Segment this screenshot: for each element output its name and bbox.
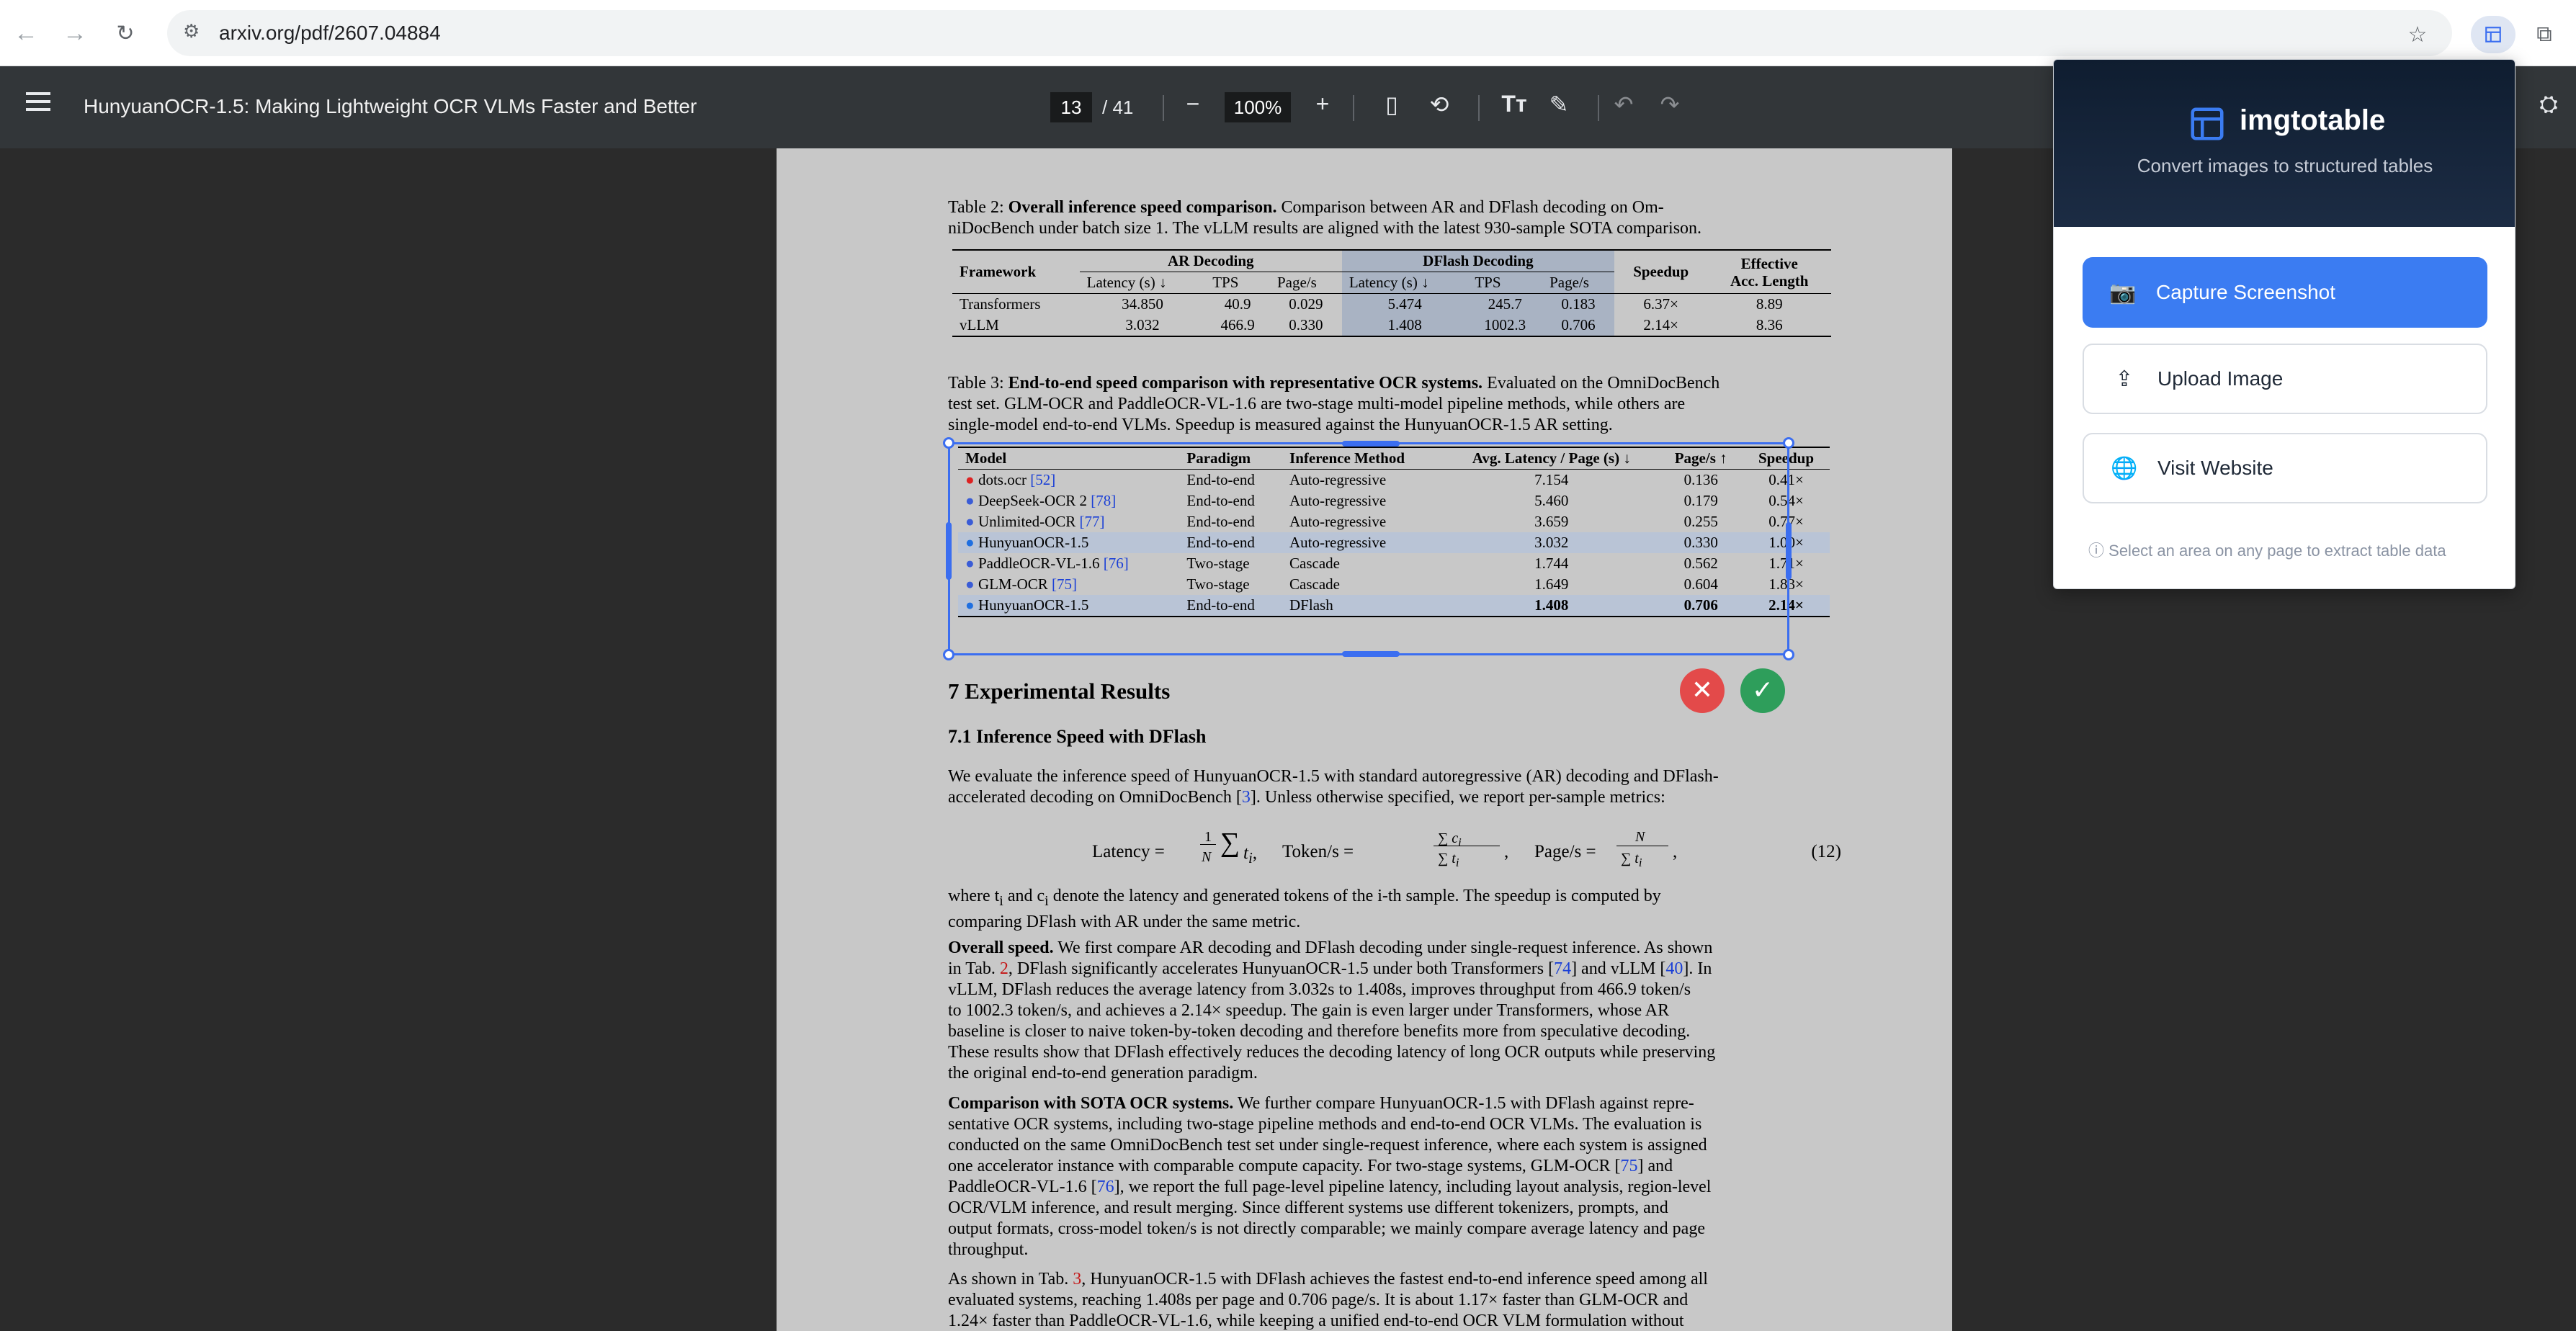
table-row: ● DeepSeek-OCR 2 [78] End-to-end Auto-regr… bbox=[965, 492, 1804, 509]
back-arrow-icon[interactable]: ← bbox=[9, 16, 43, 50]
table-row: ● HunyuanOCR-1.5 End-to-end Auto-regressiv… bbox=[958, 532, 1830, 553]
redo-icon[interactable]: ↷ bbox=[1654, 91, 1686, 118]
table2-caption: Table 2: Overall inference speed compari… bbox=[948, 198, 1702, 238]
bookmark-star-icon[interactable]: ☆ bbox=[2399, 16, 2436, 53]
cancel-selection-button[interactable]: ✕ bbox=[1680, 668, 1725, 713]
visit-website-button[interactable]: 🌐 Visit Website bbox=[2083, 433, 2487, 503]
zoom-in-icon[interactable]: + bbox=[1307, 91, 1338, 117]
paragraph: where ti and ci denote the latency and g… bbox=[948, 887, 1661, 931]
table-row: vLLM 3.032 466.9 0.330 1.408 1002.3 0.70… bbox=[952, 315, 1831, 336]
table-row: Transformers 34.850 40.9 0.029 5.474 245… bbox=[952, 293, 1831, 315]
fit-page-icon[interactable]: ▯ bbox=[1376, 91, 1408, 118]
section-heading: 7 Experimental Results bbox=[948, 678, 1171, 704]
zoom-out-icon[interactable]: − bbox=[1177, 91, 1209, 117]
forward-arrow-icon[interactable]: → bbox=[58, 16, 92, 50]
table2: Framework AR Decoding DFlash Decoding Sp… bbox=[952, 249, 1831, 337]
paragraph: Comparison with SOTA OCR systems. We fur… bbox=[948, 1094, 1712, 1259]
subsection-heading: 7.1 Inference Speed with DFlash bbox=[948, 726, 1207, 747]
text-annotation-icon[interactable]: Tт bbox=[1498, 91, 1530, 117]
globe-icon: 🌐 bbox=[2111, 456, 2138, 480]
paragraph: Overall speed. We first compare AR decod… bbox=[948, 938, 1716, 1083]
imgtotable-popup: imgtotable Convert images to structured … bbox=[2053, 59, 2515, 589]
ai-assist-icon[interactable]: ⛭ bbox=[2533, 91, 2564, 118]
table-row: ● HunyuanOCR-1.5 End-to-end DFlash 1.408 0.7… bbox=[958, 595, 1830, 617]
capture-screenshot-button[interactable]: 📷 Capture Screenshot bbox=[2083, 257, 2487, 328]
menu-icon[interactable] bbox=[26, 92, 50, 117]
draw-icon[interactable]: ✎ bbox=[1543, 91, 1575, 118]
site-info-icon[interactable]: ⚙ bbox=[183, 20, 200, 42]
pdf-page: Table 2: Overall inference speed compari… bbox=[777, 148, 1952, 1331]
confirm-selection-button[interactable]: ✓ bbox=[1740, 668, 1785, 713]
undo-icon[interactable]: ↶ bbox=[1608, 91, 1640, 118]
extensions-puzzle-icon[interactable]: ⧉ bbox=[2526, 16, 2563, 53]
popup-subtitle: Convert images to structured tables bbox=[2137, 155, 2433, 176]
url-text: arxiv.org/pdf/2607.04884 bbox=[219, 22, 441, 44]
table-row: ● dots.ocr [52] End-to-end Auto-regressive… bbox=[965, 471, 1804, 488]
paragraph: As shown in Tab. 3, HunyuanOCR-1.5 with … bbox=[948, 1270, 1708, 1330]
table-row: ● GLM-OCR [75] Two-stage Cascade 1.649 0.604… bbox=[965, 575, 1804, 593]
zoom-input[interactable]: 100% bbox=[1225, 92, 1291, 122]
table3-caption: Table 3: End-to-end speed comparison wit… bbox=[948, 374, 1720, 434]
popup-hint: ⓘ Select an area on any page to extract … bbox=[2088, 542, 2446, 560]
table-logo-icon bbox=[2191, 107, 2224, 140]
document-title: HunyuanOCR-1.5: Making Lightweight OCR V… bbox=[84, 95, 697, 117]
reload-icon[interactable]: ↻ bbox=[108, 16, 143, 50]
page-number-input[interactable]: 13 bbox=[1050, 92, 1092, 122]
popup-app-name: imgtotable bbox=[2240, 104, 2386, 136]
table3: Model Paradigm Inference Method Avg. Lat… bbox=[958, 447, 1830, 617]
camera-icon: 📷 bbox=[2109, 280, 2137, 305]
upload-icon: ⇪ bbox=[2115, 367, 2134, 391]
address-bar[interactable]: ⚙ arxiv.org/pdf/2607.04884 bbox=[167, 10, 2452, 56]
table-row: ● Unlimited-OCR [77] End-to-end Auto-regre… bbox=[965, 513, 1804, 530]
browser-bar: ← → ↻ ⚙ arxiv.org/pdf/2607.04884 ☆ ⧉ bbox=[0, 0, 2576, 66]
table-row: ● PaddleOCR-VL-1.6 [76] Two-stage Cascade 1… bbox=[965, 555, 1804, 572]
page-total: / 41 bbox=[1102, 97, 1134, 118]
upload-image-button[interactable]: ⇪ Upload Image bbox=[2083, 344, 2487, 414]
equation: Latency = 1 N ∑ ti, Token/s = ∑ ci ∑ ti … bbox=[1092, 828, 1841, 869]
info-icon: ⓘ bbox=[2088, 542, 2105, 560]
rotate-icon[interactable]: ⟲ bbox=[1423, 91, 1455, 118]
popup-header: imgtotable Convert images to structured … bbox=[2054, 60, 2515, 227]
paragraph: We evaluate the inference speed of Hunyu… bbox=[948, 767, 1719, 807]
imgtotable-extension-icon[interactable] bbox=[2471, 16, 2515, 53]
